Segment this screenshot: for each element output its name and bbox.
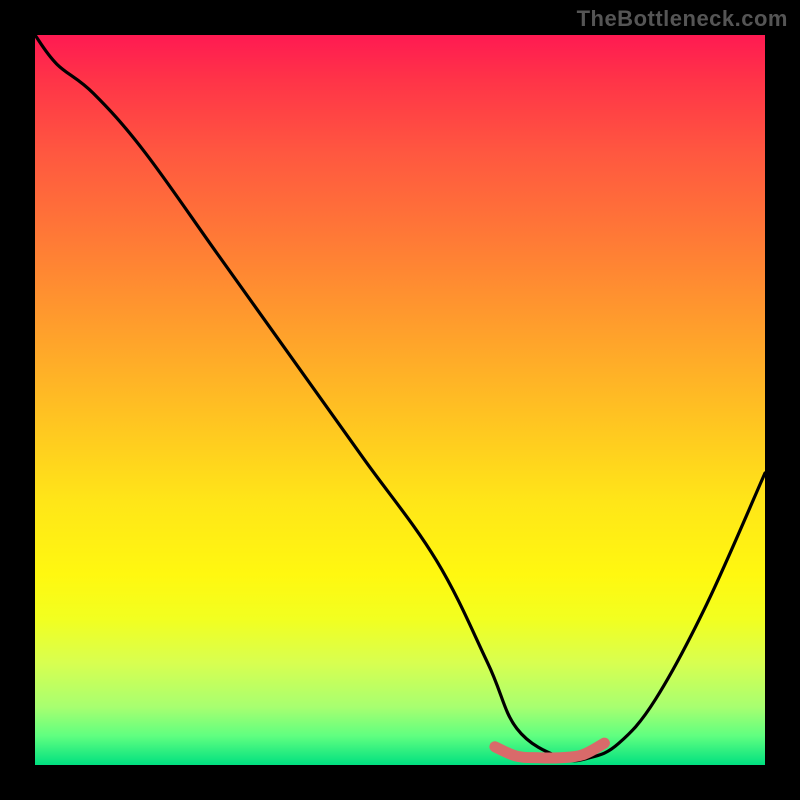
chart-plot-area	[35, 35, 765, 765]
optimal-range-marker-path	[495, 743, 605, 758]
bottleneck-curve-svg	[35, 35, 765, 765]
watermark-text: TheBottleneck.com	[577, 6, 788, 32]
bottleneck-curve-path	[35, 35, 765, 761]
